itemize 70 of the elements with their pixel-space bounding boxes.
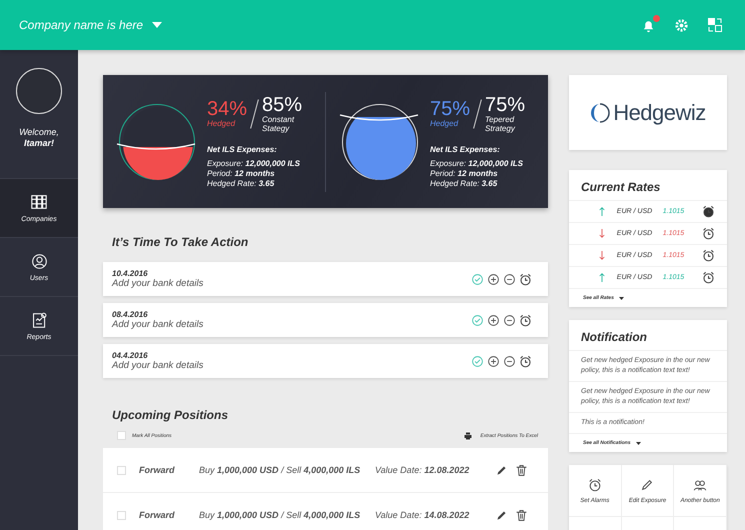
strategy-percent: 75% (485, 94, 526, 114)
expense-line: Period: 12 months (430, 168, 499, 178)
checkbox[interactable] (117, 466, 126, 474)
check-circle-icon[interactable] (471, 354, 484, 368)
caret-icon[interactable] (618, 296, 624, 300)
alarm-clock-icon[interactable] (519, 354, 532, 368)
plus-circle-icon[interactable] (487, 354, 500, 368)
binders-icon (30, 193, 48, 211)
welcome-text: Welcome, (19, 126, 59, 138)
expense-line: Period: 12 months (207, 168, 276, 178)
checkbox[interactable] (117, 431, 126, 440)
expense-line: Exposure: 12,000,000 ILS (207, 158, 301, 168)
position-type: Forward (139, 465, 176, 475)
value-date: Value Date: 14.08.2022 (375, 510, 470, 520)
check-circle-icon[interactable] (471, 314, 484, 326)
value-date: Value Date: 12.08.2022 (375, 465, 470, 475)
pencil-icon (640, 478, 654, 492)
plus-circle-icon[interactable] (487, 314, 500, 326)
action-date: 10.4.2016 (112, 269, 149, 278)
printer-icon[interactable] (464, 432, 472, 440)
report-icon (30, 312, 48, 328)
section-title: Upcoming Positions (112, 408, 230, 422)
alarm-clock-icon[interactable] (702, 205, 715, 218)
alarm-clock-icon[interactable] (519, 314, 532, 326)
card-title: Current Rates (580, 179, 662, 196)
minus-circle-icon[interactable] (503, 354, 516, 368)
hedged-label: Hedged (207, 119, 236, 128)
expense-line: Exposure: 12,000,000 ILS (430, 158, 524, 168)
alarm-clock-icon[interactable] (702, 227, 715, 240)
expenses-title: Net ILS Expenses: (430, 144, 501, 154)
strategy-label: Tepered Strategy (485, 114, 516, 132)
alarm-clock-icon[interactable] (702, 271, 715, 284)
expenses-title: Net ILS Expenses: (207, 144, 278, 154)
trade-text: Buy 1,000,000 USD / Sell 4,000,000 ILS (199, 465, 362, 475)
action-text: Add your bank details (112, 319, 204, 330)
minus-circle-icon[interactable] (503, 272, 516, 286)
trash-icon[interactable] (515, 508, 528, 522)
hedged-percent: 34% (207, 99, 248, 119)
trash-icon[interactable] (515, 464, 528, 476)
pencil-icon[interactable] (495, 464, 508, 476)
strategy-percent: 85% (262, 94, 302, 114)
checkbox[interactable] (117, 510, 126, 520)
card-title: Notification (580, 329, 648, 346)
action-text: Add your bank details (112, 278, 204, 289)
user-icon (30, 252, 48, 270)
check-circle-icon[interactable] (471, 272, 484, 286)
caret-icon[interactable] (636, 442, 641, 444)
strategy-label: Constant Stategy (262, 114, 296, 132)
action-date: 08.4.2016 (112, 310, 149, 319)
action-text: Add your bank details (112, 360, 204, 371)
expense-line: Hedged Rate: 3.65 (207, 178, 276, 188)
plus-circle-icon[interactable] (487, 272, 500, 286)
position-type: Forward (139, 510, 176, 520)
hedged-percent: 75% (430, 99, 470, 119)
alarm-clock-icon[interactable] (519, 272, 532, 286)
people-icon (693, 478, 708, 492)
logo-text: Hedgewiz (613, 100, 706, 126)
switch-icon[interactable] (707, 17, 723, 33)
action-date: 04.4.2016 (112, 351, 149, 360)
alarm-clock-icon[interactable] (702, 249, 715, 262)
section-title: It’s Time To Take Action (112, 235, 250, 249)
hedged-label: Hedged (430, 119, 460, 128)
alarm-clock-icon (588, 478, 602, 492)
expense-line: Hedged Rate: 3.65 (430, 178, 498, 188)
avatar (16, 68, 62, 114)
logo-icon (590, 102, 610, 122)
trade-text: Buy 1,000,000 USD / Sell 4,000,000 ILS (199, 510, 362, 520)
minus-circle-icon[interactable] (503, 314, 516, 326)
user-name: Itamar! (24, 138, 54, 148)
pencil-icon[interactable] (495, 508, 508, 522)
